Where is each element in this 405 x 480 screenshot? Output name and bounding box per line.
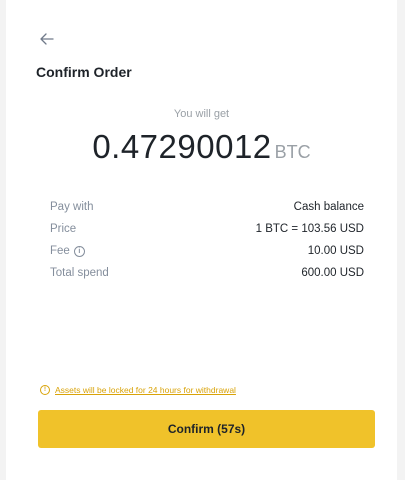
detail-value: 10.00 USD	[307, 245, 364, 257]
confirm-order-panel: Confirm Order You will get 0.47290012 BTC…	[6, 0, 397, 480]
you-will-get-label: You will get	[173, 108, 230, 120]
detail-label: Fee	[50, 245, 70, 257]
withdrawal-lock-notice: ! Assets will be locked for 24 hours for…	[40, 385, 236, 395]
page-title: Confirm Order	[36, 64, 132, 80]
detail-row-total-spend: Total spend 600.00 USD	[50, 262, 364, 284]
detail-value: 600.00 USD	[301, 267, 364, 279]
detail-row-price: Price 1 BTC = 103.56 USD	[50, 218, 364, 240]
detail-row-fee: Fee i 10.00 USD	[50, 240, 364, 262]
detail-value: Cash balance	[293, 201, 364, 213]
detail-label: Price	[50, 223, 77, 235]
fee-info-icon[interactable]: i	[73, 245, 85, 257]
fee-label-group: Fee i	[50, 245, 85, 257]
detail-value: 1 BTC = 103.56 USD	[255, 223, 364, 235]
amount-unit: BTC	[274, 142, 311, 162]
detail-label: Total spend	[50, 267, 109, 279]
receive-amount: 0.47290012 BTC	[6, 128, 397, 166]
confirm-button[interactable]: Confirm (57s)	[38, 410, 375, 448]
back-arrow-icon[interactable]	[38, 30, 56, 48]
detail-row-pay-with: Pay with Cash balance	[50, 196, 364, 218]
amount-value: 0.47290012	[92, 128, 272, 165]
notice-info-icon: !	[40, 385, 50, 395]
detail-label: Pay with	[50, 201, 94, 213]
order-details: Pay with Cash balance Price 1 BTC = 103.…	[50, 196, 364, 284]
notice-link[interactable]: Assets will be locked for 24 hours for w…	[55, 385, 236, 395]
